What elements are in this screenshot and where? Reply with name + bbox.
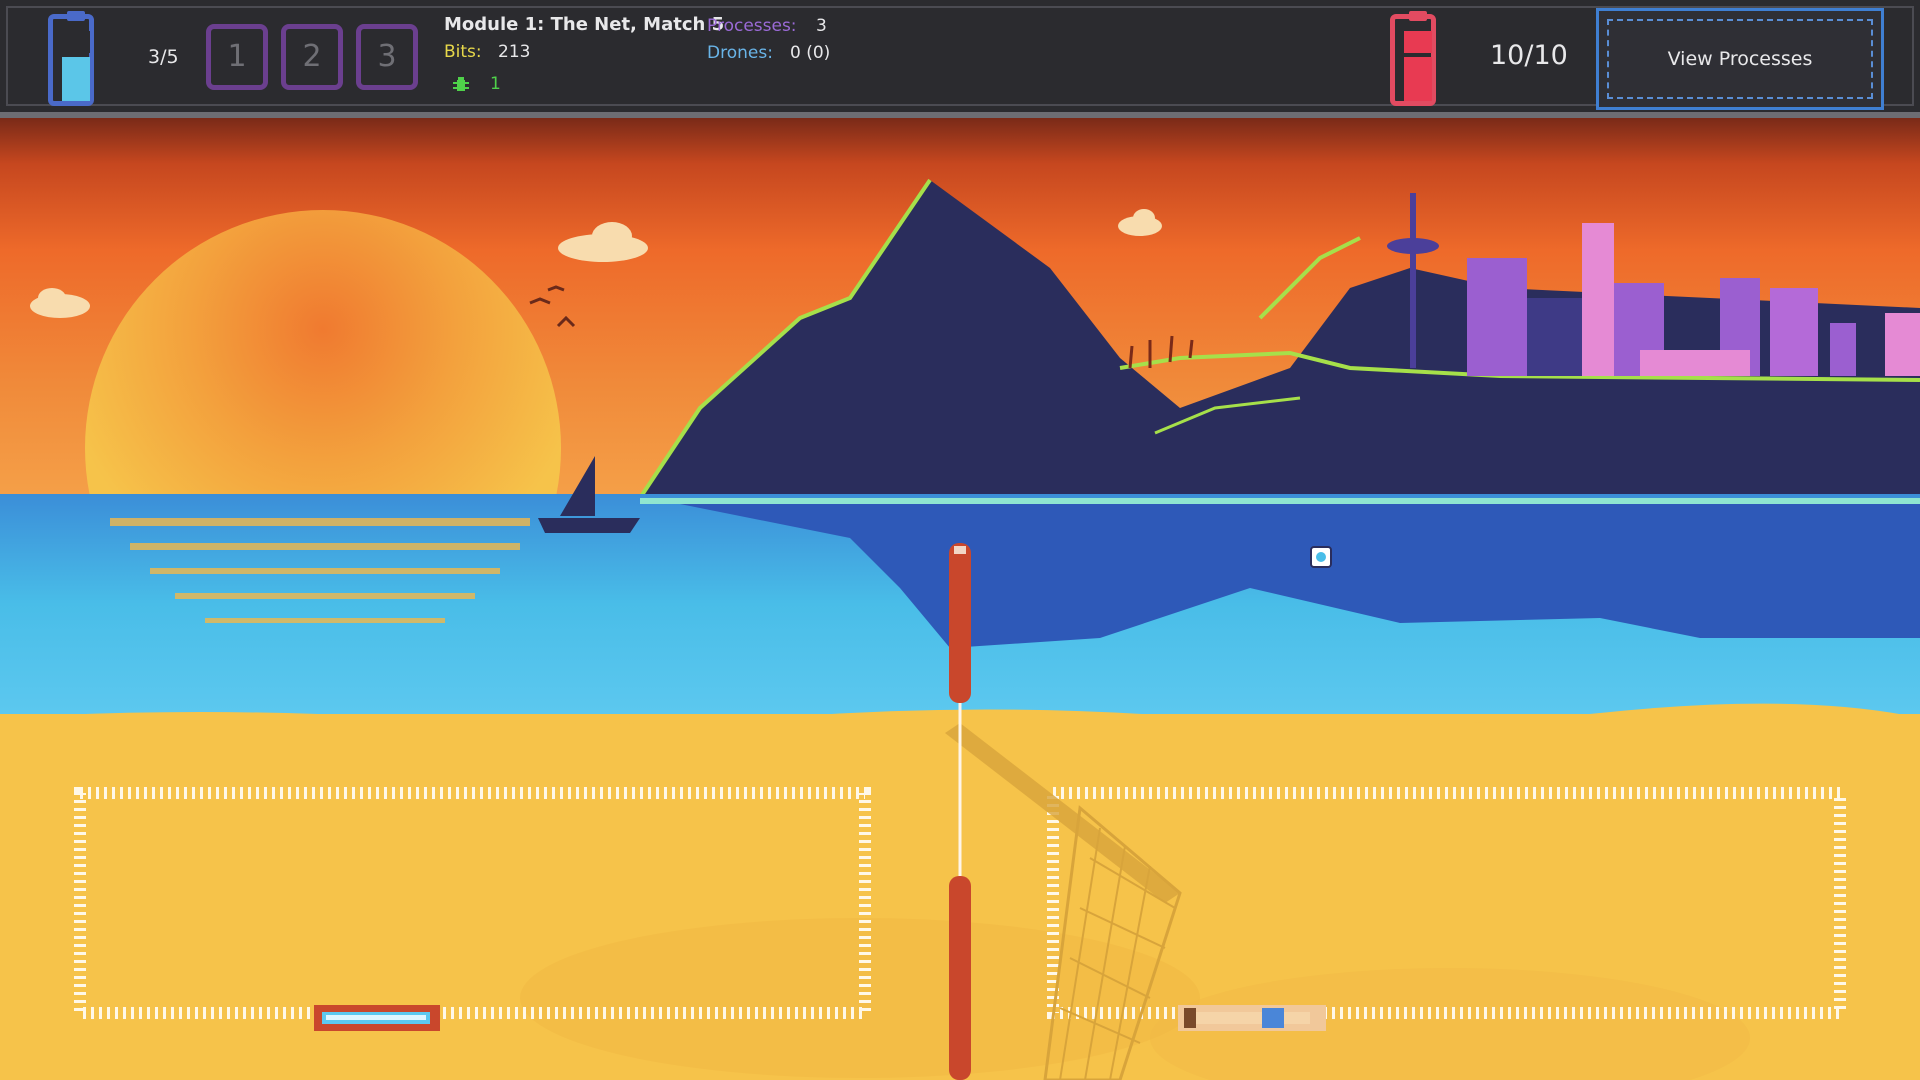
- processes-value: 3: [816, 16, 827, 36]
- ball-icon: [1310, 546, 1332, 568]
- view-processes-label: View Processes: [1667, 48, 1813, 70]
- enemy-battery-icon: [1390, 11, 1436, 106]
- drones-value: 0 (0): [790, 43, 831, 63]
- player-count: 3/5: [148, 46, 179, 68]
- processes-label: Processes:: [707, 16, 797, 36]
- bits-value: 213: [498, 42, 531, 62]
- match-title: Module 1: The Net, Match 5: [444, 14, 725, 35]
- player-paddle-icon[interactable]: [314, 1005, 440, 1031]
- slot-2-button[interactable]: 2: [281, 24, 343, 90]
- beach-scene: [0, 118, 1920, 1080]
- player-battery-icon: [48, 11, 94, 106]
- slot-1-button[interactable]: 1: [206, 24, 268, 90]
- hud-bar: 3/5 1 2 3 Module 1: The Net, Match 5 Bit…: [0, 0, 1920, 118]
- slot-3-button[interactable]: 3: [356, 24, 418, 90]
- bugs-value: 1: [490, 74, 501, 94]
- view-processes-button[interactable]: View Processes: [1596, 8, 1884, 110]
- enemy-health: 10/10: [1490, 40, 1568, 71]
- drones-label: Drones:: [707, 43, 773, 63]
- enemy-paddle-icon: [1178, 1005, 1326, 1031]
- bug-icon: [452, 76, 470, 94]
- bits-label: Bits:: [444, 42, 482, 62]
